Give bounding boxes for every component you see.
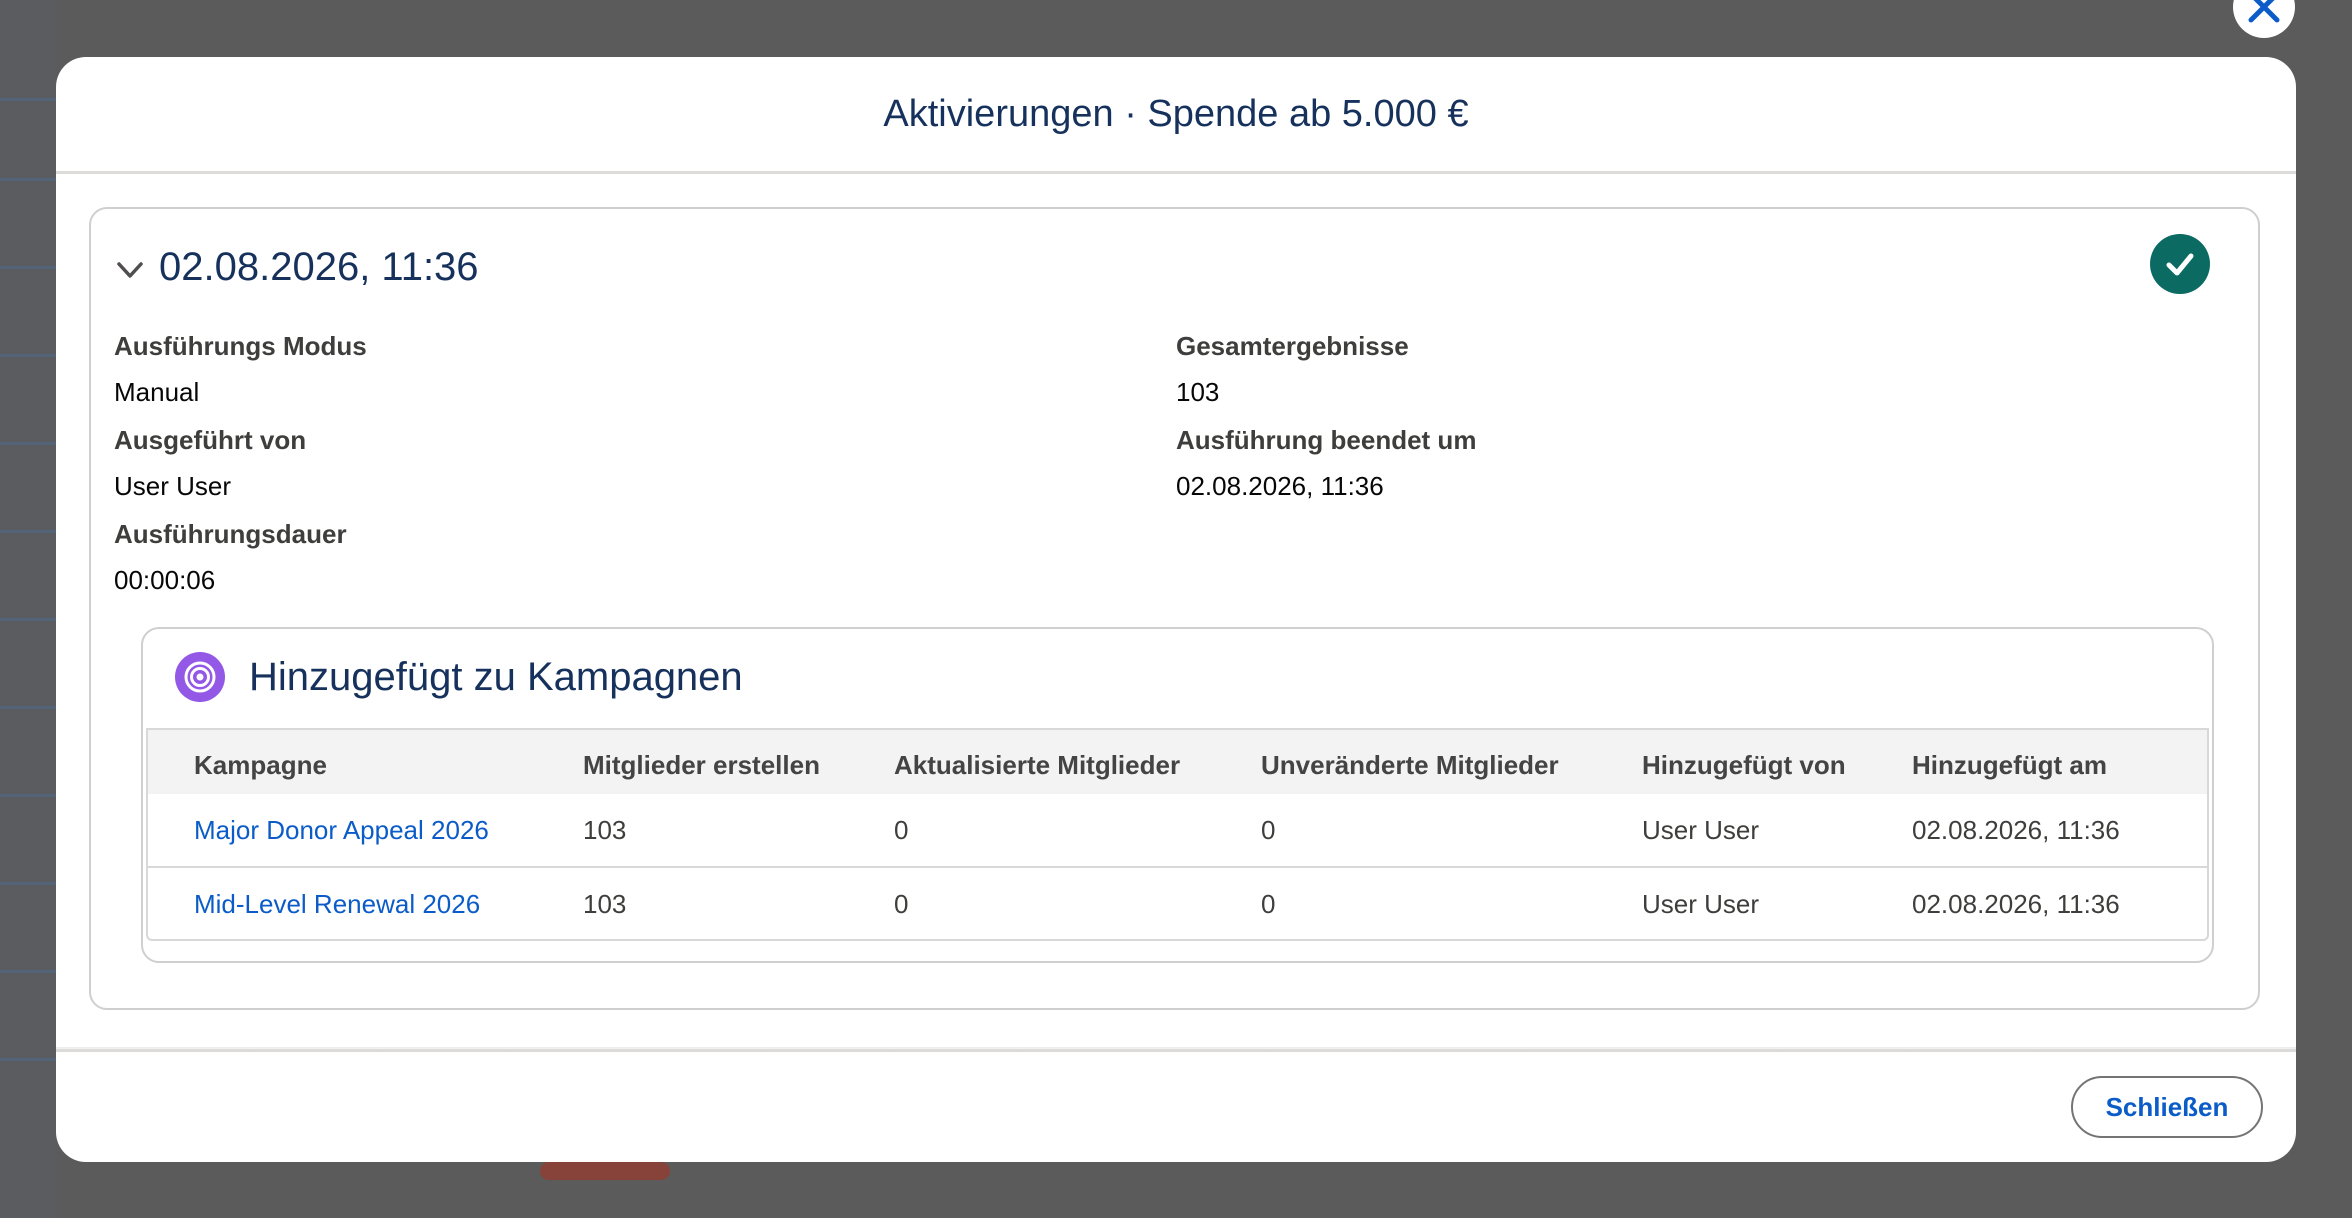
table-header-row: Kampagne Mitglieder erstellen Aktualisie… — [148, 730, 2207, 794]
close-icon — [2248, 0, 2280, 23]
unchanged-members-cell: 0 — [1261, 794, 1642, 868]
added-at-cell: 02.08.2026, 11:36 — [1912, 794, 2207, 868]
modal-title: Aktivierungen · Spende ab 5.000 € — [883, 92, 1469, 135]
activation-modal: Aktivierungen · Spende ab 5.000 € 02.08.… — [56, 57, 2296, 1162]
column-header-added-by[interactable]: Hinzugefügt von — [1642, 730, 1912, 794]
run-toggle[interactable]: 02.08.2026, 11:36 — [113, 239, 479, 295]
mode-label: Ausführungs Modus — [114, 331, 367, 361]
total-results-value: 103 — [1176, 377, 1220, 407]
campaign-link[interactable]: Major Donor Appeal 2026 — [194, 815, 489, 845]
mode-value: Manual — [114, 377, 200, 407]
added-by-cell: User User — [1642, 794, 1912, 868]
campaign-link[interactable]: Mid-Level Renewal 2026 — [194, 889, 480, 919]
campaign-cell: Major Donor Appeal 2026 — [148, 794, 583, 868]
campaign-cell: Mid-Level Renewal 2026 — [148, 867, 583, 939]
added-at-cell: 02.08.2026, 11:36 — [1912, 888, 2120, 919]
table-row: Mid-Level Renewal 2026 103 0 0 User User… — [148, 867, 2207, 939]
background-app-badge — [540, 1162, 670, 1180]
updated-members-cell: 0 — [894, 794, 1261, 868]
column-header-created-members[interactable]: Mitglieder erstellen — [583, 730, 894, 794]
chevron-down-icon — [117, 262, 143, 278]
background-app-sidebar — [0, 0, 56, 1218]
created-members-cell: 103 — [583, 888, 627, 919]
added-by-cell: User User — [1642, 888, 1760, 919]
duration-label: Ausführungsdauer — [114, 519, 347, 549]
created-members-cell: 103 — [583, 794, 894, 868]
ended-at-label: Ausführung beendet um — [1176, 425, 1477, 455]
run-datetime: 02.08.2026, 11:36 — [159, 244, 479, 289]
modal-footer: Schließen — [56, 1049, 2296, 1162]
executed-by-value: User User — [114, 471, 232, 501]
unchanged-members-cell: 0 — [1261, 888, 1276, 919]
column-header-added-at[interactable]: Hinzugefügt am — [1912, 730, 2207, 794]
ended-at-value: 02.08.2026, 11:36 — [1176, 471, 1384, 501]
target-icon — [175, 652, 225, 702]
campaigns-header: Hinzugefügt zu Kampagnen — [175, 651, 743, 703]
column-header-unchanged-members[interactable]: Unveränderte Mitglieder — [1261, 730, 1642, 794]
campaigns-card: Hinzugefügt zu Kampagnen Kampagne Mitgli… — [141, 627, 2214, 963]
column-header-updated-members[interactable]: Aktualisierte Mitglieder — [894, 730, 1261, 794]
modal-header: Aktivierungen · Spende ab 5.000 € — [56, 57, 2296, 174]
success-check-icon — [2150, 234, 2210, 294]
close-button[interactable]: Schließen — [2071, 1076, 2263, 1138]
column-header-campaign[interactable]: Kampagne — [148, 730, 583, 794]
total-results-label: Gesamtergebnisse — [1176, 331, 1409, 361]
executed-by-label: Ausgeführt von — [114, 425, 307, 455]
updated-members-cell: 0 — [894, 888, 909, 919]
campaigns-table: Kampagne Mitglieder erstellen Aktualisie… — [146, 728, 2209, 941]
campaigns-title: Hinzugefügt zu Kampagnen — [249, 654, 743, 699]
duration-value: 00:00:06 — [114, 565, 216, 595]
table-row: Major Donor Appeal 2026 103 0 0 User Use… — [148, 794, 2207, 868]
close-modal-button[interactable] — [2233, 0, 2295, 38]
activation-run-card: 02.08.2026, 11:36 Ausführungs Modus Manu… — [89, 207, 2260, 1010]
